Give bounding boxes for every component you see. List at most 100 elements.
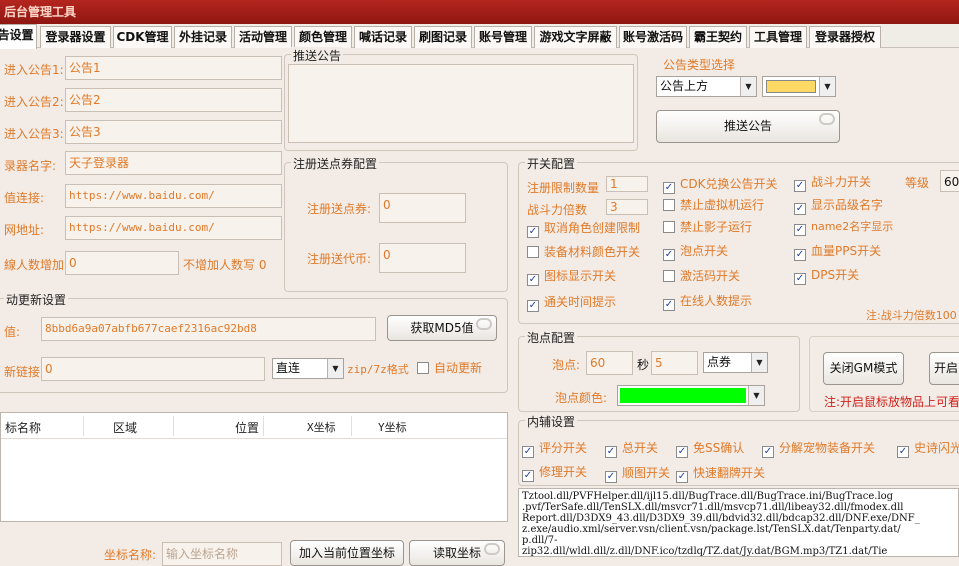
switch-dps[interactable]: ✓ DPS开关 <box>794 267 859 285</box>
switch-hp-pps[interactable]: ✓ 血量PPS开关 <box>794 243 881 261</box>
chevron-down-icon: ▼ <box>748 386 764 405</box>
tab-contract[interactable]: 霸王契约 <box>689 26 747 48</box>
tab-dungeon-log[interactable]: 刷图记录 <box>414 26 472 48</box>
assist-score-switch[interactable]: ✓ 评分开关 <box>522 440 587 458</box>
col-x[interactable]: X坐标 <box>307 419 336 435</box>
read-coord-button-label: 读取坐标 <box>432 546 481 560</box>
switch-equip-material-color[interactable]: 装备材料颜色开关 <box>527 244 640 260</box>
switch-show-grade-name[interactable]: ✓ 显示品级名字 <box>794 197 883 215</box>
switch-label: 战斗力开关 <box>811 175 872 189</box>
bubble-color-select[interactable]: ▼ <box>617 385 765 406</box>
assist-master-switch[interactable]: ✓ 总开关 <box>605 440 658 458</box>
notice1-input[interactable]: 公告1 <box>65 56 282 80</box>
tab-color[interactable]: 颜色管理 <box>294 26 352 48</box>
reg-limit-input[interactable]: 1 <box>606 176 648 192</box>
tab-text-filter[interactable]: 游戏文字屏蔽 <box>534 26 617 48</box>
checkbox-box: ✓ <box>663 299 675 311</box>
push-notice-textarea[interactable] <box>288 64 634 143</box>
update-mode-value: 直连 <box>276 361 301 375</box>
switch-online-count-tip[interactable]: ✓ 在线人数提示 <box>663 293 752 311</box>
add-people-label: 線人数增加: <box>4 258 69 272</box>
add-people-input[interactable]: 0 <box>65 251 179 275</box>
tab-cheat-log[interactable]: 外挂记录 <box>174 26 232 48</box>
switch-clear-time-tip[interactable]: ✓ 通关时间提示 <box>527 294 616 312</box>
checkbox-box: ✓ <box>794 180 806 192</box>
add-coord-button[interactable]: 加入当前位置坐标 <box>290 540 404 566</box>
level-input[interactable]: 60 <box>940 170 959 192</box>
assist-label: 免SS确认 <box>693 441 745 455</box>
switch-label: 装备材料颜色开关 <box>544 245 641 259</box>
switch-block-vm[interactable]: 禁止虚拟机运行 <box>663 197 764 213</box>
file-list-line: p.dll/7- <box>522 535 558 546</box>
open-gm-button[interactable]: 开启 <box>929 352 959 385</box>
bubble-type-select[interactable]: 点券 ▼ <box>703 352 768 373</box>
checkbox-box: ✓ <box>897 446 909 458</box>
button-decoration-icon <box>476 318 492 330</box>
tab-cdk[interactable]: CDK管理 <box>113 26 172 48</box>
col-position[interactable]: 位置 <box>235 419 259 436</box>
assist-label: 分解宠物装备开关 <box>779 441 876 455</box>
assist-epic-flash[interactable]: ✓ 史诗闪光 <box>897 440 959 458</box>
get-md5-button[interactable]: 获取MD5值 <box>387 315 497 341</box>
tab-launcher-settings[interactable]: 登录器设置 <box>40 26 111 48</box>
assist-disassemble-pet[interactable]: ✓ 分解宠物装备开关 <box>762 440 875 458</box>
bubble-sec-label: 秒 <box>637 358 650 372</box>
read-coord-button[interactable]: 读取坐标 <box>409 540 505 566</box>
assist-fast-flip[interactable]: ✓ 快速翻牌开关 <box>676 465 765 483</box>
launcher-name-input[interactable]: 天子登录器 <box>65 151 282 175</box>
add-people-note: 不增加人数写 0 <box>183 258 267 272</box>
tab-launcher-auth[interactable]: 登录器授权 <box>809 26 881 48</box>
close-gm-button[interactable]: 关闭GM模式 <box>823 352 904 385</box>
file-list-textarea[interactable]: Tztool.dll/PVFHelper.dll/ijl15.dll/BugTr… <box>518 488 959 557</box>
switch-block-shadow[interactable]: 禁止影子运行 <box>663 219 752 235</box>
checkbox-box: ✓ <box>794 203 806 215</box>
switch-name2-display[interactable]: ✓ name2名字显示 <box>794 219 893 236</box>
assist-repair-switch[interactable]: ✓ 修理开关 <box>522 464 587 482</box>
switch-cdk-notice[interactable]: ✓ CDK兑换公告开关 <box>663 176 778 194</box>
push-notice-button[interactable]: 推送公告 <box>656 110 840 143</box>
assist-sequential-map[interactable]: ✓ 顺图开关 <box>605 465 670 483</box>
update-link-input[interactable]: 0 <box>41 357 265 381</box>
switch-bubble[interactable]: ✓ 泡点开关 <box>663 243 728 261</box>
bubble-point-input[interactable]: 60 <box>586 351 633 375</box>
register-points-input[interactable]: 0 <box>379 193 466 223</box>
col-y[interactable]: Y坐标 <box>378 419 407 435</box>
coord-name-input[interactable]: 输入坐标名称 <box>162 542 282 566</box>
switch-icon-display[interactable]: ✓ 图标显示开关 <box>527 268 616 286</box>
col-area[interactable]: 区域 <box>113 419 137 436</box>
power-mult-input[interactable]: 3 <box>606 199 648 215</box>
bubble-color-swatch <box>620 388 746 403</box>
site-link-input[interactable]: https://www.baidu.com/ <box>65 184 282 208</box>
notice-position-value: 公告上方 <box>660 79 709 93</box>
notice2-input[interactable]: 公告2 <box>65 88 282 112</box>
col-name[interactable]: 标名称 <box>5 419 41 436</box>
chevron-down-icon: ▼ <box>751 353 767 372</box>
switch-config-title: 开关配置 <box>525 155 578 172</box>
md5-input[interactable]: 8bbd6a9a07abfb677caef2316ac92bd8 <box>41 317 376 341</box>
checkbox-box: ✓ <box>605 446 617 458</box>
column-divider <box>263 416 264 436</box>
notice3-label: 进入公告3: <box>4 127 64 141</box>
checkbox-box: ✓ <box>794 273 806 285</box>
switch-activation-code[interactable]: 激活码开关 <box>663 268 740 284</box>
tab-activity[interactable]: 活动管理 <box>234 26 292 48</box>
coords-table[interactable]: 标名称 区域 位置 X坐标 Y坐标 <box>0 412 508 522</box>
file-list-line: Report.dll/D3DX9_43.dll/D3DX9_39.dll/bdv… <box>522 513 920 524</box>
switch-cancel-create-limit[interactable]: ✓ 取消角色创建限制 <box>527 220 640 238</box>
tab-tools[interactable]: 工具管理 <box>749 26 807 48</box>
notice3-input[interactable]: 公告3 <box>65 120 282 144</box>
auto-update-checkbox[interactable]: 自动更新 <box>417 360 482 376</box>
tab-shout-log[interactable]: 喊话记录 <box>354 26 412 48</box>
tab-account[interactable]: 账号管理 <box>474 26 532 48</box>
notice-position-select[interactable]: 公告上方 ▼ <box>656 76 757 97</box>
tab-notice-settings[interactable]: 公告设置 <box>0 24 37 49</box>
web-url-input[interactable]: https://www.baidu.com/ <box>65 216 282 240</box>
tab-activation-code[interactable]: 账号激活码 <box>619 26 687 48</box>
bubble-sec-input[interactable]: 5 <box>651 351 698 375</box>
notice-color-select[interactable]: ▼ <box>762 76 836 97</box>
assist-skip-ss-confirm[interactable]: ✓ 免SS确认 <box>676 440 744 458</box>
update-mode-select[interactable]: 直连 ▼ <box>272 358 344 379</box>
web-url-label: 网地址: <box>4 223 45 237</box>
switch-power[interactable]: ✓ 战斗力开关 <box>794 174 871 192</box>
register-coins-input[interactable]: 0 <box>379 243 466 273</box>
